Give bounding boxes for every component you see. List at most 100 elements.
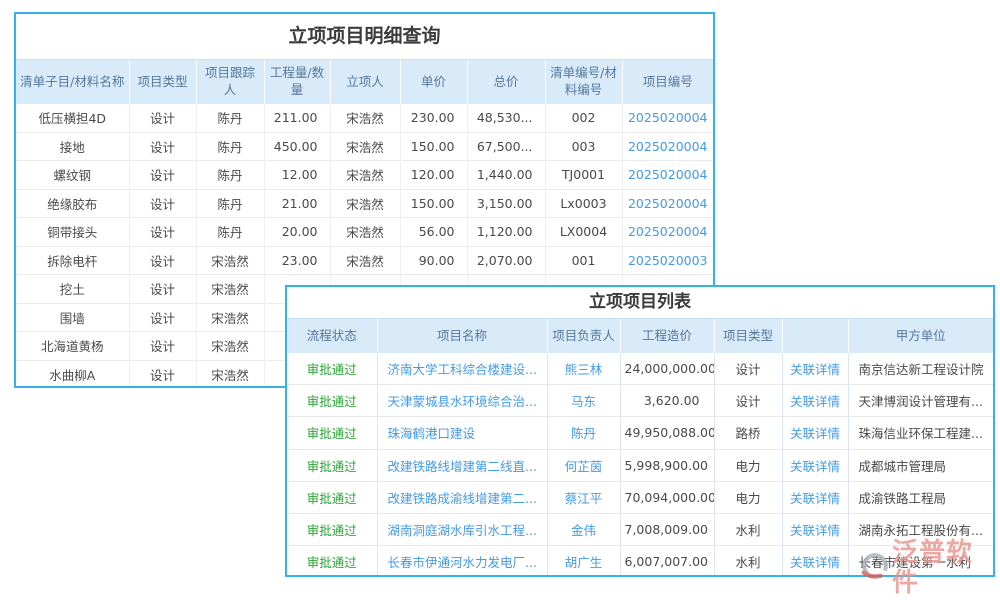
project-type: 设计	[129, 275, 196, 304]
project-type: 设计	[129, 332, 196, 361]
related-detail-link[interactable]: 关联详情	[782, 513, 848, 545]
project-cost: 3,620.00	[620, 385, 714, 417]
workspace: 立项项目明细查询 清单子目/材料名称项目类型项目跟踪人工程量/数量立项人单价总价…	[0, 0, 1000, 600]
project-code-link[interactable]: 2025020003	[622, 246, 713, 275]
unit-price: 120.00	[400, 161, 467, 190]
quantity: 211.00	[264, 104, 330, 132]
initiator: 宋浩然	[330, 132, 400, 161]
project-name-link[interactable]: 长春市伊通河水力发电厂...	[377, 546, 547, 577]
project-tracker: 宋浩然	[196, 246, 264, 275]
client-unit: 天津博润设计管理有...	[848, 385, 993, 417]
project-type: 路桥	[714, 417, 782, 449]
project-cost: 49,950,088.00	[620, 417, 714, 449]
material-name: 绝缘胶布	[16, 189, 129, 218]
material-name: 围墙	[16, 303, 129, 332]
project-type: 设计	[129, 303, 196, 332]
table-row: 审批通过济南大学工科综合楼建设...熊三林24,000,000.00设计关联详情…	[287, 353, 993, 385]
column-header-total-price: 总价	[467, 60, 545, 105]
related-detail-link[interactable]: 关联详情	[782, 353, 848, 385]
column-header-client-unit: 甲方单位	[848, 319, 993, 354]
project-cost: 5,998,900.00	[620, 449, 714, 481]
material-name: 水曲柳A	[16, 360, 129, 388]
total-price: 3,150.00	[467, 189, 545, 218]
project-name-link[interactable]: 济南大学工科综合楼建设...	[377, 353, 547, 385]
column-header-initiator: 立项人	[330, 60, 400, 105]
project-leader-link[interactable]: 何芷茵	[547, 449, 620, 481]
unit-price: 150.00	[400, 189, 467, 218]
project-name-link[interactable]: 改建铁路线增建第二线直...	[377, 449, 547, 481]
related-detail-link[interactable]: 关联详情	[782, 449, 848, 481]
project-leader-link[interactable]: 陈丹	[547, 417, 620, 449]
project-type: 电力	[714, 449, 782, 481]
project-code-link[interactable]: 2025020004	[622, 132, 713, 161]
project-code-link[interactable]: 2025020004	[622, 189, 713, 218]
project-name-link[interactable]: 天津蒙城县水环境综合治...	[377, 385, 547, 417]
project-type: 设计	[129, 161, 196, 190]
project-tracker: 陈丹	[196, 161, 264, 190]
project-tracker: 宋浩然	[196, 303, 264, 332]
initiator: 宋浩然	[330, 104, 400, 132]
project-type: 设计	[714, 385, 782, 417]
quantity: 23.00	[264, 246, 330, 275]
table-row: 审批通过改建铁路线增建第二线直...何芷茵5,998,900.00电力关联详情成…	[287, 449, 993, 481]
flow-status-link[interactable]: 审批通过	[287, 546, 377, 577]
table-row: 绝缘胶布设计陈丹21.00宋浩然150.003,150.00Lx00032025…	[16, 189, 713, 218]
total-price: 1,120.00	[467, 218, 545, 247]
fanpu-watermark: 泛普软件 www.fanpusoft.com	[860, 538, 998, 600]
flow-status-link[interactable]: 审批通过	[287, 417, 377, 449]
project-type: 设计	[129, 360, 196, 388]
total-price: 48,530...	[467, 104, 545, 132]
column-header-related-detail-link	[782, 319, 848, 354]
project-name-link[interactable]: 珠海鹤港口建设	[377, 417, 547, 449]
quantity: 21.00	[264, 189, 330, 218]
total-price: 67,500...	[467, 132, 545, 161]
project-cost: 7,008,009.00	[620, 513, 714, 545]
related-detail-link[interactable]: 关联详情	[782, 385, 848, 417]
project-leader-link[interactable]: 马东	[547, 385, 620, 417]
table-row: 审批通过天津蒙城县水环境综合治...马东3,620.00设计关联详情天津博润设计…	[287, 385, 993, 417]
project-type: 水利	[714, 546, 782, 577]
column-header-project-type: 项目类型	[714, 319, 782, 354]
flow-status-link[interactable]: 审批通过	[287, 353, 377, 385]
initiator: 宋浩然	[330, 218, 400, 247]
column-header-project-type: 项目类型	[129, 60, 196, 105]
project-leader-link[interactable]: 金伟	[547, 513, 620, 545]
flow-status-link[interactable]: 审批通过	[287, 449, 377, 481]
project-type: 设计	[129, 246, 196, 275]
project-type: 设计	[714, 353, 782, 385]
related-detail-link[interactable]: 关联详情	[782, 546, 848, 577]
project-leader-link[interactable]: 胡广生	[547, 546, 620, 577]
project-name-link[interactable]: 改建铁路成渝线增建第二...	[377, 481, 547, 513]
project-cost: 24,000,000.00	[620, 353, 714, 385]
total-price: 1,440.00	[467, 161, 545, 190]
project-type: 设计	[129, 104, 196, 132]
flow-status-link[interactable]: 审批通过	[287, 513, 377, 545]
column-header-project-leader-link: 项目负责人	[547, 319, 620, 354]
material-name: 挖土	[16, 275, 129, 304]
project-leader-link[interactable]: 熊三林	[547, 353, 620, 385]
material-name: 接地	[16, 132, 129, 161]
header-row: 清单子目/材料名称项目类型项目跟踪人工程量/数量立项人单价总价清单编号/材料编号…	[16, 60, 713, 105]
flow-status-link[interactable]: 审批通过	[287, 385, 377, 417]
unit-price: 90.00	[400, 246, 467, 275]
column-header-quantity: 工程量/数量	[264, 60, 330, 105]
table-row: 审批通过珠海鹤港口建设陈丹49,950,088.00路桥关联详情珠海信业环保工程…	[287, 417, 993, 449]
project-leader-link[interactable]: 蔡江平	[547, 481, 620, 513]
related-detail-link[interactable]: 关联详情	[782, 481, 848, 513]
column-header-project-name-link: 项目名称	[377, 319, 547, 354]
flow-status-link[interactable]: 审批通过	[287, 481, 377, 513]
client-unit: 成渝铁路工程局	[848, 481, 993, 513]
project-code-link[interactable]: 2025020004	[622, 104, 713, 132]
quantity: 12.00	[264, 161, 330, 190]
table-row: 接地设计陈丹450.00宋浩然150.0067,500...0032025020…	[16, 132, 713, 161]
related-detail-link[interactable]: 关联详情	[782, 417, 848, 449]
column-header-unit-price: 单价	[400, 60, 467, 105]
material-name: 北海道黄杨	[16, 332, 129, 361]
detail-panel-title: 立项项目明细查询	[16, 14, 713, 59]
project-code-link[interactable]: 2025020004	[622, 218, 713, 247]
project-code-link[interactable]: 2025020004	[622, 161, 713, 190]
table-row: 审批通过改建铁路成渝线增建第二...蔡江平70,094,000.00电力关联详情…	[287, 481, 993, 513]
header-row: 流程状态项目名称项目负责人工程造价项目类型甲方单位	[287, 319, 993, 354]
project-tracker: 陈丹	[196, 104, 264, 132]
project-name-link[interactable]: 湖南洞庭湖水库引水工程...	[377, 513, 547, 545]
